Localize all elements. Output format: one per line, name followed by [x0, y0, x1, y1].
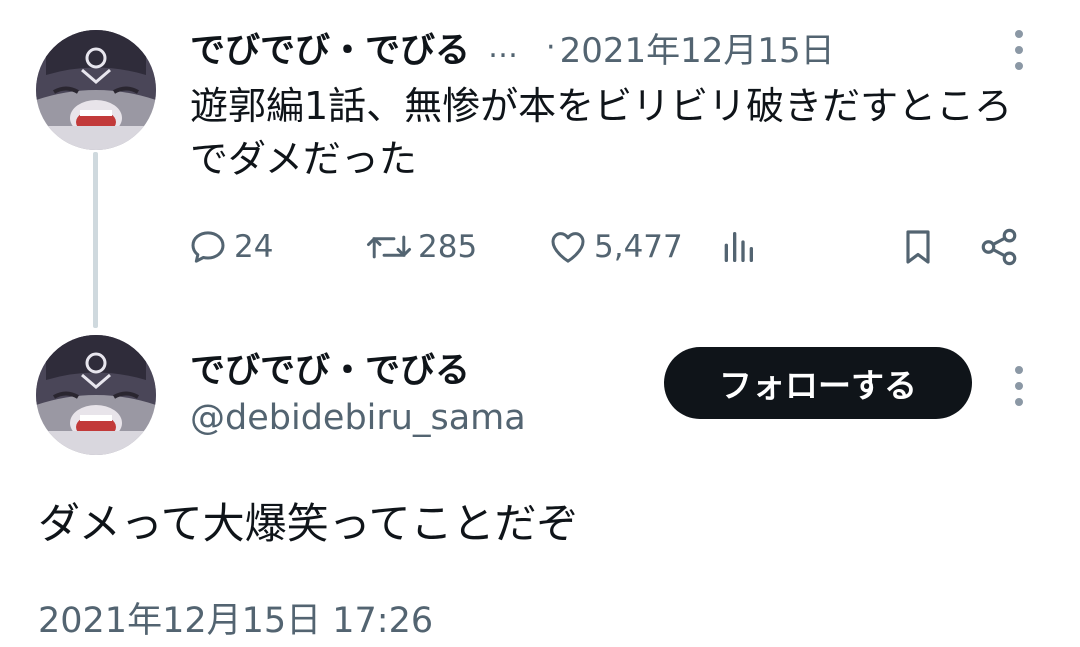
author-name[interactable]: でびでび・でびる: [190, 22, 470, 73]
parent-tweet-header: でびでび・でびる … · 2021年12月15日: [190, 20, 835, 74]
avatar-image: [36, 335, 156, 455]
tweet-timestamp[interactable]: 2021年12月15日 17:26: [38, 592, 433, 643]
reply-button[interactable]: 24: [188, 222, 273, 272]
like-icon: [551, 232, 585, 263]
more-icon[interactable]: [1014, 30, 1024, 70]
more-icon[interactable]: [1014, 366, 1024, 406]
parent-tweet-text: 遊郭編1話、無惨が本をビリビリ破きだすところでダメだった: [190, 84, 1013, 181]
like-count: 5,477: [594, 229, 683, 265]
retweet-icon: [366, 235, 412, 259]
share-button[interactable]: [978, 222, 1020, 272]
like-button[interactable]: 5,477: [548, 222, 683, 272]
author-handle[interactable]: @debidebiru_sama: [190, 398, 526, 438]
separator-dot: ·: [546, 29, 556, 65]
tweet-date[interactable]: 2021年12月15日: [560, 23, 835, 72]
avatar[interactable]: [36, 335, 156, 455]
avatar-image: [36, 30, 156, 150]
author-name[interactable]: でびでび・でびる: [190, 342, 470, 393]
avatar[interactable]: [36, 30, 156, 150]
bookmark-icon: [906, 230, 930, 264]
reply-icon: [191, 231, 225, 263]
bookmark-button[interactable]: [898, 222, 938, 272]
tweet-thread-view: でびでび・でびる … · 2021年12月15日 遊郭編1話、無惨が本をビリビリ…: [0, 0, 1080, 647]
views-icon: [724, 232, 753, 262]
thread-connector-line: [93, 152, 98, 328]
views-button[interactable]: [718, 222, 758, 272]
follow-button[interactable]: フォローする: [664, 347, 972, 419]
main-tweet-text: ダメって大爆笑ってことだぞ: [38, 499, 579, 548]
reply-count: 24: [234, 229, 274, 265]
share-icon: [981, 228, 1017, 266]
retweet-count: 285: [418, 229, 478, 265]
name-truncation: …: [488, 29, 521, 65]
retweet-button[interactable]: 285: [366, 222, 477, 272]
tweet-actions-bar: 24 285 5,477: [188, 222, 1028, 272]
